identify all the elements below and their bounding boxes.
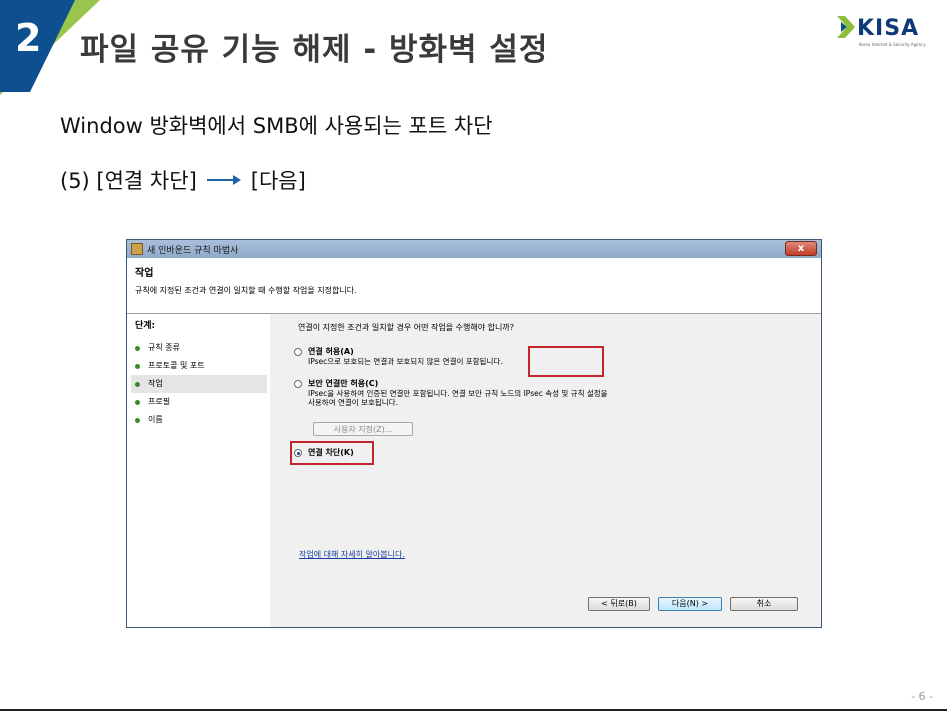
- step-item-name[interactable]: 이름: [135, 411, 270, 429]
- step-bullet-icon: [135, 363, 140, 369]
- option-desc: IPsec으로 보호되는 연결과 보호되지 않은 연결이 포함됩니다.: [308, 357, 503, 366]
- option-desc-line1: IPsec을 사용하여 인증된 연결만 포함됩니다. 연결 보안 규칙 노드의 …: [308, 389, 608, 398]
- next-button[interactable]: 다음(N) >: [658, 597, 722, 611]
- dialog-body: 단계: 규칙 종류 프로토콜 및 포트 작업 프로필 이름 연결이 지정한 조건…: [127, 314, 821, 627]
- steps-heading: 단계:: [135, 321, 156, 331]
- page-number: - 6 -: [911, 690, 933, 703]
- option-desc-line2: 사용하여 연결이 보호됩니다.: [308, 398, 398, 407]
- step-label: 프로필: [148, 397, 171, 406]
- step-item-rule-type[interactable]: 규칙 종류: [135, 339, 270, 357]
- firewall-app-icon: [131, 243, 143, 255]
- step-label: 프로토콜 및 포트: [148, 361, 205, 370]
- radio-allow[interactable]: [294, 348, 302, 356]
- dialog-header-desc: 규칙에 지정된 조건과 연결이 일치할 때 수행할 작업을 지정합니다.: [135, 286, 357, 295]
- dialog-title: 새 인바운드 규칙 마법사: [147, 245, 239, 256]
- step-bullet-icon: [135, 399, 140, 405]
- arrow-right-icon: [206, 175, 241, 185]
- action-question: 연결이 지정한 조건과 일치할 경우 어떤 작업을 수행해야 합니까?: [298, 323, 514, 332]
- highlight-block-option: [290, 441, 374, 465]
- step-item-profile[interactable]: 프로필: [135, 393, 270, 411]
- slide-number: 2: [15, 16, 42, 60]
- step-bullet-icon: [135, 417, 140, 423]
- step-label: 규칙 종류: [148, 343, 180, 352]
- radio-secure-only[interactable]: [294, 380, 302, 388]
- logo-text: KISA: [857, 16, 920, 41]
- slide-subtitle: Window 방화벽에서 SMB에 사용되는 포트 차단: [60, 114, 493, 138]
- step-item-action[interactable]: 작업: [131, 375, 267, 393]
- close-button[interactable]: x: [785, 241, 817, 256]
- option-allow-secure-only[interactable]: 보안 연결만 허용(C) IPsec을 사용하여 인증된 연결만 포함됩니다. …: [294, 378, 608, 407]
- cancel-button[interactable]: 취소: [730, 597, 798, 611]
- highlight-next-button: [528, 346, 604, 377]
- inbound-rule-wizard-dialog: 새 인바운드 규칙 마법사 x 작업 규칙에 지정된 조건과 연결이 일치할 때…: [126, 239, 822, 628]
- option-allow-connection[interactable]: 연결 허용(A) IPsec으로 보호되는 연결과 보호되지 않은 연결이 포함…: [294, 346, 503, 366]
- step-item-protocol-port[interactable]: 프로토콜 및 포트: [135, 357, 270, 375]
- back-button[interactable]: < 뒤로(B): [588, 597, 650, 611]
- option-label: 연결 허용(A): [308, 347, 354, 356]
- kisa-logo-mark: [837, 16, 855, 38]
- step-suffix: [다음]: [250, 169, 306, 193]
- dialog-titlebar[interactable]: 새 인바운드 규칙 마법사 x: [127, 240, 821, 258]
- step-instruction: (5) [연결 차단] [다음]: [60, 165, 306, 195]
- logo-subtext: Korea Internet & Security Agency: [859, 42, 926, 47]
- step-prefix: (5) [연결 차단]: [60, 169, 197, 193]
- steps-panel: 단계: 규칙 종류 프로토콜 및 포트 작업 프로필 이름: [127, 314, 270, 627]
- step-label: 작업: [148, 379, 163, 388]
- kisa-logo: KISA Korea Internet & Security Agency: [835, 14, 926, 50]
- step-bullet-icon: [135, 381, 140, 387]
- customize-button[interactable]: 사용자 지정(Z)...: [313, 422, 413, 436]
- dialog-header-title: 작업: [135, 268, 154, 279]
- step-label: 이름: [148, 415, 163, 424]
- dialog-header: 작업 규칙에 지정된 조건과 연결이 일치할 때 수행할 작업을 지정합니다.: [127, 258, 821, 314]
- slide-title: 파일 공유 기능 해제 - 방화벽 설정: [80, 32, 549, 68]
- learn-more-link[interactable]: 작업에 대해 자세히 알아봅니다.: [299, 549, 405, 560]
- option-label: 보안 연결만 허용(C): [308, 379, 379, 388]
- step-bullet-icon: [135, 345, 140, 351]
